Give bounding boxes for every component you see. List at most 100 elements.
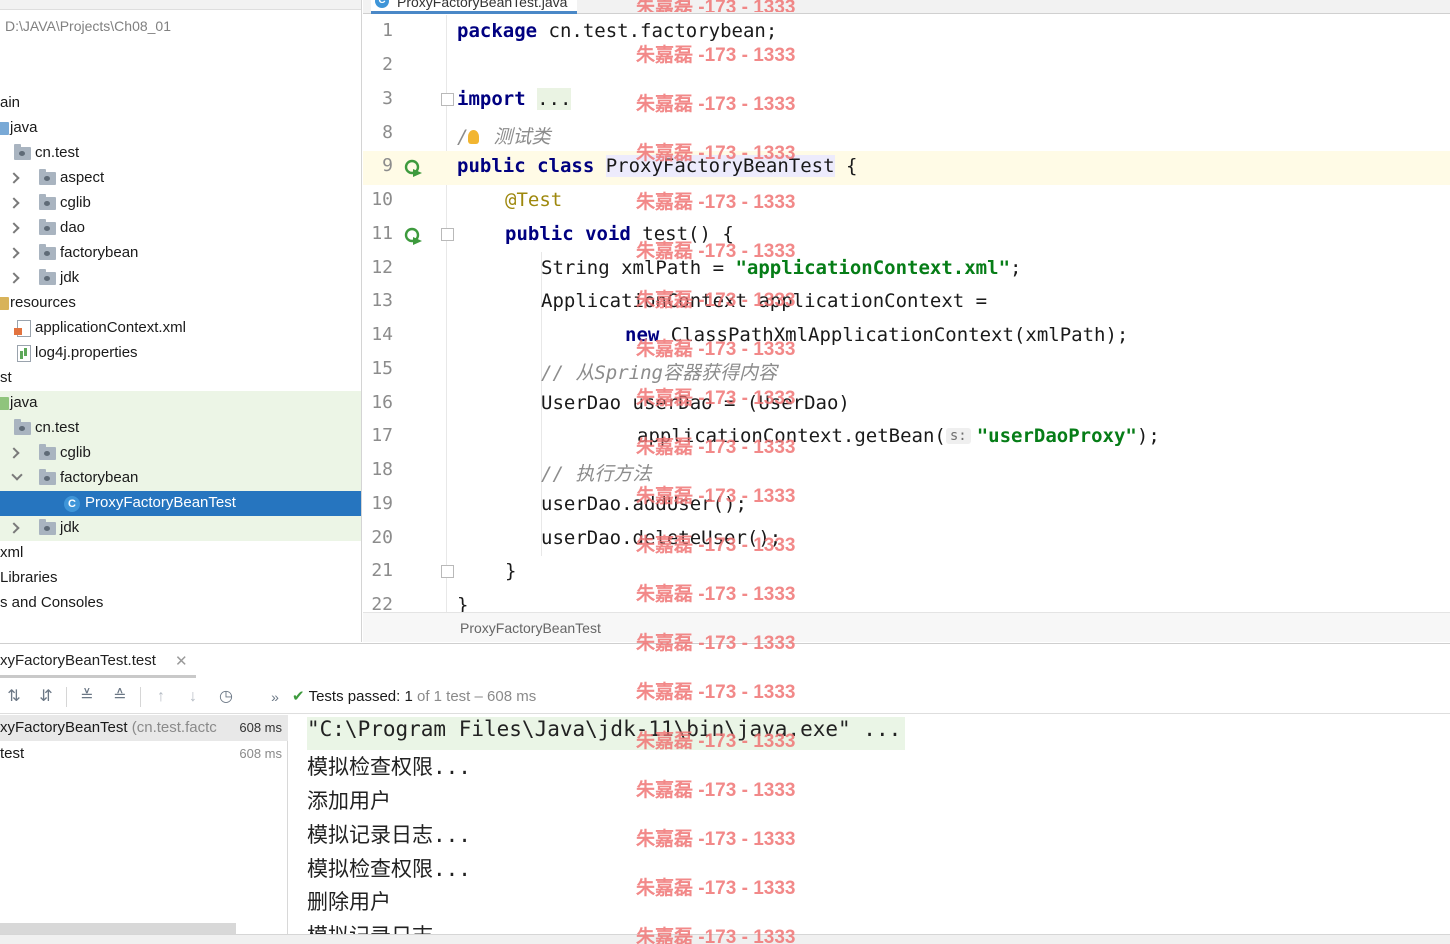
tree-item-application-context-xml[interactable]: applicationContext.xml	[0, 316, 361, 341]
tree-item-label: java	[10, 394, 38, 411]
code-token: import	[457, 88, 526, 110]
tree-item-main-java[interactable]: java	[0, 116, 361, 141]
tree-item-aspect[interactable]: aspect	[0, 166, 361, 191]
fold-collapse-icon[interactable]	[441, 228, 454, 241]
run-tab-underline	[0, 675, 196, 678]
code-token: );	[1136, 425, 1160, 447]
fold-end-icon[interactable]	[441, 565, 454, 578]
chevron-right-icon[interactable]	[8, 272, 20, 284]
collapse-all-icon[interactable]: ≙	[109, 687, 131, 707]
tree-item-test-factorybean[interactable]: factorybean	[0, 466, 361, 491]
annotation-token: @Test	[505, 189, 563, 211]
tree-item-label: factorybean	[60, 244, 139, 261]
sort-by-duration-icon[interactable]: ⇵	[35, 687, 57, 707]
code-line[interactable]: 9 public class ProxyFactoryBeanTest {	[363, 151, 1450, 185]
code-line[interactable]: 20 userDao.deleteUser();	[363, 523, 1450, 557]
line-number: 20	[371, 527, 393, 548]
code-line[interactable]: 17 applicationContext.getBean(s: "userDao…	[363, 421, 1450, 455]
code-line[interactable]: 11 public void test() {	[363, 219, 1450, 253]
chevron-right-icon[interactable]	[8, 222, 20, 234]
package-icon	[39, 194, 56, 210]
editor-tab-bar: C ProxyFactoryBeanTest.java	[363, 0, 1450, 14]
next-failed-test-icon[interactable]: ↓	[182, 687, 204, 707]
run-test-method-icon[interactable]	[403, 226, 423, 246]
code-line[interactable]: 13 ApplicationContext applicationContext…	[363, 286, 1450, 320]
test-duration: 608 ms	[237, 720, 282, 735]
code-line[interactable]: 1 package cn.test.factorybean;	[363, 16, 1450, 50]
chevron-right-icon[interactable]	[8, 447, 20, 459]
expand-all-icon[interactable]: ≚	[76, 687, 98, 707]
code-line[interactable]: 18 // 执行方法	[363, 455, 1450, 489]
test-row-method[interactable]: test 608 ms	[0, 741, 288, 767]
run-tab-proxy-factory-bean-test[interactable]: xyFactoryBeanTest.test	[0, 652, 156, 669]
code-line[interactable]: 22 }	[363, 590, 1450, 612]
chevron-down-icon[interactable]	[11, 469, 23, 481]
test-history-clock-icon[interactable]: ◷	[215, 687, 237, 707]
tree-item-scratches-consoles[interactable]: s and Consoles	[0, 591, 361, 616]
console-output[interactable]: "C:\Program Files\Java\jdk-11\bin\java.e…	[289, 715, 1450, 944]
code-line[interactable]: 16 UserDao userDao = (UserDao)	[363, 388, 1450, 422]
code-line[interactable]: 19 userDao.addUser();	[363, 489, 1450, 523]
code-comment: // 从Spring容器获得内容	[541, 362, 777, 384]
code-line[interactable]: 2	[363, 50, 1450, 84]
tree-item-external-libraries[interactable]: Libraries	[0, 566, 361, 591]
close-icon[interactable]: ✕	[175, 652, 188, 670]
chevron-right-icon[interactable]	[8, 247, 20, 259]
more-actions-chevron-icon[interactable]: »	[264, 687, 286, 707]
code-line[interactable]: 12 String xmlPath = "applicationContext.…	[363, 253, 1450, 287]
code-token: cn.test.factorybean;	[537, 20, 778, 42]
project-root-path: D:\JAVA\Projects\Ch08_01	[5, 18, 172, 34]
sort-alphabetically-icon[interactable]: ⇅	[3, 687, 25, 707]
tree-item-pom-xml[interactable]: xml	[0, 541, 361, 566]
package-icon	[39, 444, 56, 460]
test-folder-icon	[0, 397, 9, 410]
code-token: userDao.addUser();	[541, 493, 747, 515]
previous-failed-test-icon[interactable]: ↑	[150, 687, 172, 707]
tree-item-factorybean[interactable]: factorybean	[0, 241, 361, 266]
tree-item-label: cglib	[60, 444, 91, 461]
code-line[interactable]: 15 // 从Spring容器获得内容	[363, 354, 1450, 388]
chevron-right-icon[interactable]	[8, 522, 20, 534]
chevron-right-icon[interactable]	[8, 197, 20, 209]
tree-item-test-java[interactable]: java	[0, 391, 361, 416]
chevron-right-icon[interactable]	[8, 172, 20, 184]
line-number: 8	[382, 122, 393, 143]
run-tab-bar: xyFactoryBeanTest.test ✕	[0, 644, 1450, 678]
fold-expand-icon[interactable]	[441, 93, 454, 106]
tree-item-main[interactable]: ain	[0, 91, 361, 116]
code-line[interactable]: 10 @Test	[363, 185, 1450, 219]
tree-item-log4j-properties[interactable]: log4j.properties	[0, 341, 361, 366]
tree-item-jdk[interactable]: jdk	[0, 266, 361, 291]
line-number: 17	[371, 425, 393, 446]
code-line[interactable]: 3 import ...	[363, 84, 1450, 118]
breadcrumb[interactable]: ProxyFactoryBeanTest	[460, 620, 601, 636]
package-icon	[39, 269, 56, 285]
tree-item-resources[interactable]: resources	[0, 291, 361, 316]
tree-item-test-jdk[interactable]: jdk	[0, 516, 361, 541]
tree-item-label: xml	[0, 544, 24, 561]
code-line[interactable]: 21 }	[363, 556, 1450, 590]
code-editor[interactable]: C ProxyFactoryBeanTest.java 1 package cn…	[363, 0, 1450, 642]
line-number: 22	[371, 594, 393, 612]
tree-item-test-cglib[interactable]: cglib	[0, 441, 361, 466]
test-row-class[interactable]: xyFactoryBeanTest (cn.test.factc 608 ms	[0, 715, 288, 741]
tree-item-cglib[interactable]: cglib	[0, 191, 361, 216]
run-test-class-icon[interactable]	[403, 158, 423, 178]
tree-item-cn-test[interactable]: cn.test	[0, 141, 361, 166]
editor-tab-proxy-factory-bean-test[interactable]: C ProxyFactoryBeanTest.java	[371, 0, 578, 14]
tree-item-dao[interactable]: dao	[0, 216, 361, 241]
code-token: }	[505, 560, 517, 582]
code-line[interactable]: 14 new ClassPathXmlApplicationContext(xm…	[363, 320, 1450, 354]
folded-imports[interactable]: ...	[537, 88, 572, 110]
string-token: "userDaoProxy"	[976, 425, 1137, 447]
tree-item-label: java	[10, 119, 38, 136]
tree-item-test-cn-test[interactable]: cn.test	[0, 416, 361, 441]
lightbulb-icon[interactable]	[468, 130, 480, 144]
code-token: applicationContext.getBean(	[637, 425, 946, 447]
tree-item-label: jdk	[60, 269, 80, 286]
tree-item-proxy-factory-bean-test[interactable]: C ProxyFactoryBeanTest	[0, 491, 361, 516]
test-package: (cn.test.factc	[131, 719, 217, 736]
code-line[interactable]: 8 /测试类	[363, 118, 1450, 152]
tree-item-test[interactable]: st	[0, 366, 361, 391]
line-number: 14	[371, 324, 393, 345]
